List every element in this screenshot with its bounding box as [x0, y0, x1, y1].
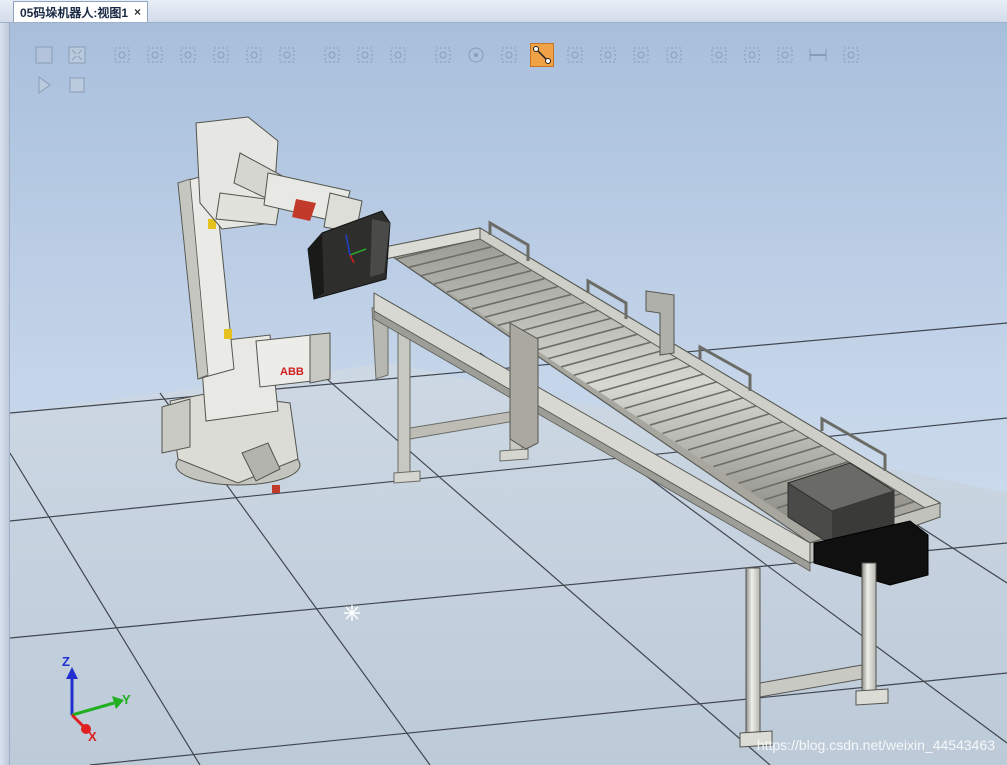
- toolbar-row-2: [32, 73, 872, 97]
- select-target-icon[interactable]: [320, 43, 344, 67]
- measure-distance-icon[interactable]: [806, 43, 830, 67]
- stop-icon[interactable]: [65, 73, 89, 97]
- tab-title: 05码垛机器人:视图1: [20, 5, 129, 20]
- snap-grid-icon[interactable]: [629, 43, 653, 67]
- snap-intersection-icon[interactable]: [563, 43, 587, 67]
- snap-edge-icon[interactable]: [530, 43, 554, 67]
- x-axis-label: X: [88, 729, 97, 744]
- snap-object-icon[interactable]: [431, 43, 455, 67]
- close-icon[interactable]: ×: [134, 5, 141, 19]
- snap-local-origin-icon[interactable]: [596, 43, 620, 67]
- select-group-icon[interactable]: [242, 43, 266, 67]
- select-frame-icon[interactable]: [353, 43, 377, 67]
- measure-point-icon[interactable]: [707, 43, 731, 67]
- left-dock-edge: [0, 23, 10, 765]
- measure-diameter-icon[interactable]: [773, 43, 797, 67]
- select-body-icon[interactable]: [176, 43, 200, 67]
- tab-view1[interactable]: 05码垛机器人:视图1 ×: [13, 1, 149, 22]
- toolbar-row-1: [32, 43, 872, 67]
- z-axis-label: Z: [62, 654, 70, 669]
- 3d-viewport[interactable]: ABB Z Y X https://blog.csdn.net/weixin_4…: [10, 23, 1007, 765]
- select-path-icon[interactable]: [386, 43, 410, 67]
- document-tab-bar: 05码垛机器人:视图1 ×: [0, 0, 1007, 23]
- play-icon[interactable]: [32, 73, 56, 97]
- snap-center-icon[interactable]: [464, 43, 488, 67]
- watermark-text: https://blog.csdn.net/weixin_44543463: [756, 737, 995, 753]
- select-curve-icon[interactable]: [110, 43, 134, 67]
- select-surface-icon[interactable]: [143, 43, 167, 67]
- measure-shortest-icon[interactable]: [839, 43, 863, 67]
- fit-view-icon[interactable]: [65, 43, 89, 67]
- select-mechanism-icon[interactable]: [275, 43, 299, 67]
- snap-ux-icon[interactable]: [662, 43, 686, 67]
- measure-angle-icon[interactable]: [740, 43, 764, 67]
- snap-middle-icon[interactable]: [497, 43, 521, 67]
- y-axis-label: Y: [122, 692, 131, 707]
- viewport-toolbar: [32, 43, 872, 97]
- select-part-icon[interactable]: [209, 43, 233, 67]
- robot-brand-label: ABB: [280, 366, 304, 378]
- view-all-icon[interactable]: [32, 43, 56, 67]
- center-cursor-icon: [344, 605, 360, 621]
- scene-canvas[interactable]: ABB Z Y X: [10, 23, 1007, 765]
